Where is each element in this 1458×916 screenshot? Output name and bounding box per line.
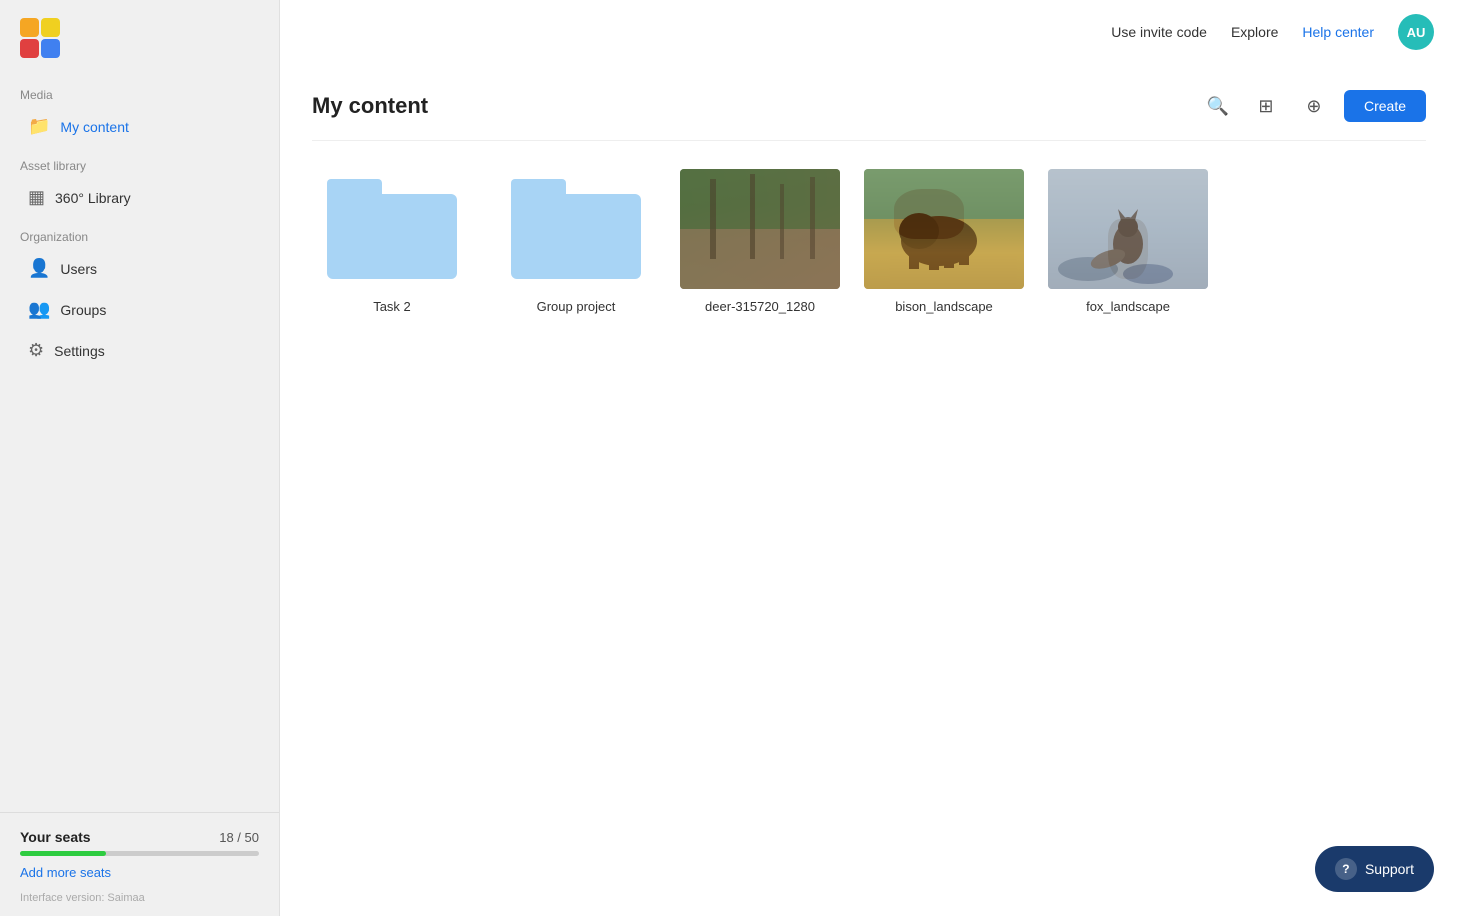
asset-library-section-label: Asset library <box>0 147 279 177</box>
image-thumbnail-deer <box>680 169 840 289</box>
folder-shape <box>511 179 641 279</box>
list-item[interactable]: Task 2 <box>312 169 472 314</box>
folder-body <box>511 194 641 279</box>
add-folder-icon: ⊕ <box>1306 96 1321 117</box>
sidebar-item-label: My content <box>60 119 128 135</box>
item-label: bison_landscape <box>895 299 993 314</box>
sidebar-item-label: Groups <box>60 302 106 318</box>
image-thumbnail-bison <box>864 169 1024 289</box>
image-thumbnail-fox <box>1048 169 1208 289</box>
sidebar-item-groups[interactable]: 👥 Groups <box>8 291 271 328</box>
sidebar-item-label: Settings <box>54 343 105 359</box>
list-item[interactable]: deer-315720_1280 <box>680 169 840 314</box>
grid-view-button[interactable]: ⊞ <box>1248 88 1284 124</box>
avatar[interactable]: AU <box>1398 14 1434 50</box>
sidebar: Media 📁 My content Asset library ▦ 360° … <box>0 0 280 916</box>
page-title: My content <box>312 93 428 119</box>
sidebar-item-label: Users <box>60 261 97 277</box>
seats-header: Your seats 18 / 50 <box>20 829 259 845</box>
sidebar-spacer <box>0 371 279 812</box>
list-item[interactable]: Group project <box>496 169 656 314</box>
user-icon: 👤 <box>28 258 50 279</box>
interface-version: Interface version: Saimaa <box>20 892 259 904</box>
item-label: fox_landscape <box>1086 299 1170 314</box>
content-actions: 🔍 ⊞ ⊕ Create <box>1200 88 1426 124</box>
sidebar-item-my-content[interactable]: 📁 My content <box>8 108 271 145</box>
folder-thumbnail <box>496 169 656 289</box>
item-label: Group project <box>537 299 616 314</box>
content-header: My content 🔍 ⊞ ⊕ Create <box>312 88 1426 141</box>
item-label: deer-315720_1280 <box>705 299 815 314</box>
folder-thumbnail <box>312 169 472 289</box>
seats-label: Your seats <box>20 829 91 845</box>
search-button[interactable]: 🔍 <box>1200 88 1236 124</box>
seats-progress-bg <box>20 851 259 856</box>
items-grid: Task 2 Group project <box>312 169 1426 314</box>
logo-icon <box>20 18 60 58</box>
organization-section-label: Organization <box>0 218 279 248</box>
settings-icon: ⚙ <box>28 340 44 361</box>
list-item[interactable]: fox_landscape <box>1048 169 1208 314</box>
groups-icon: 👥 <box>28 299 50 320</box>
logo-sq-orange <box>20 18 39 37</box>
logo-sq-blue <box>41 39 60 58</box>
library-icon: ▦ <box>28 187 45 208</box>
support-icon: ? <box>1335 858 1357 880</box>
add-more-seats-link[interactable]: Add more seats <box>20 865 111 880</box>
sidebar-bottom: Your seats 18 / 50 Add more seats Interf… <box>0 812 279 916</box>
sidebar-item-360-library[interactable]: ▦ 360° Library <box>8 179 271 216</box>
add-folder-button[interactable]: ⊕ <box>1296 88 1332 124</box>
help-center-link[interactable]: Help center <box>1302 24 1374 40</box>
folder-shape <box>327 179 457 279</box>
topnav: Use invite code Explore Help center AU <box>280 0 1458 64</box>
explore-link[interactable]: Explore <box>1231 24 1278 40</box>
content-area: My content 🔍 ⊞ ⊕ Create <box>280 64 1458 916</box>
main-area: Use invite code Explore Help center AU M… <box>280 0 1458 916</box>
use-invite-code-link[interactable]: Use invite code <box>1111 24 1207 40</box>
search-icon: 🔍 <box>1207 96 1229 117</box>
support-label: Support <box>1365 861 1414 877</box>
app-logo <box>0 0 279 76</box>
seats-count: 18 / 50 <box>219 830 259 845</box>
support-button[interactable]: ? Support <box>1315 846 1434 892</box>
item-label: Task 2 <box>373 299 411 314</box>
grid-icon: ⊞ <box>1258 96 1273 117</box>
list-item[interactable]: bison_landscape <box>864 169 1024 314</box>
logo-sq-yellow <box>41 18 60 37</box>
sidebar-item-label: 360° Library <box>55 190 131 206</box>
folder-body <box>327 194 457 279</box>
folder-icon: 📁 <box>28 116 50 137</box>
sidebar-item-settings[interactable]: ⚙ Settings <box>8 332 271 369</box>
logo-sq-red <box>20 39 39 58</box>
seats-progress-fill <box>20 851 106 856</box>
media-section-label: Media <box>0 76 279 106</box>
create-button[interactable]: Create <box>1344 90 1426 122</box>
sidebar-item-users[interactable]: 👤 Users <box>8 250 271 287</box>
